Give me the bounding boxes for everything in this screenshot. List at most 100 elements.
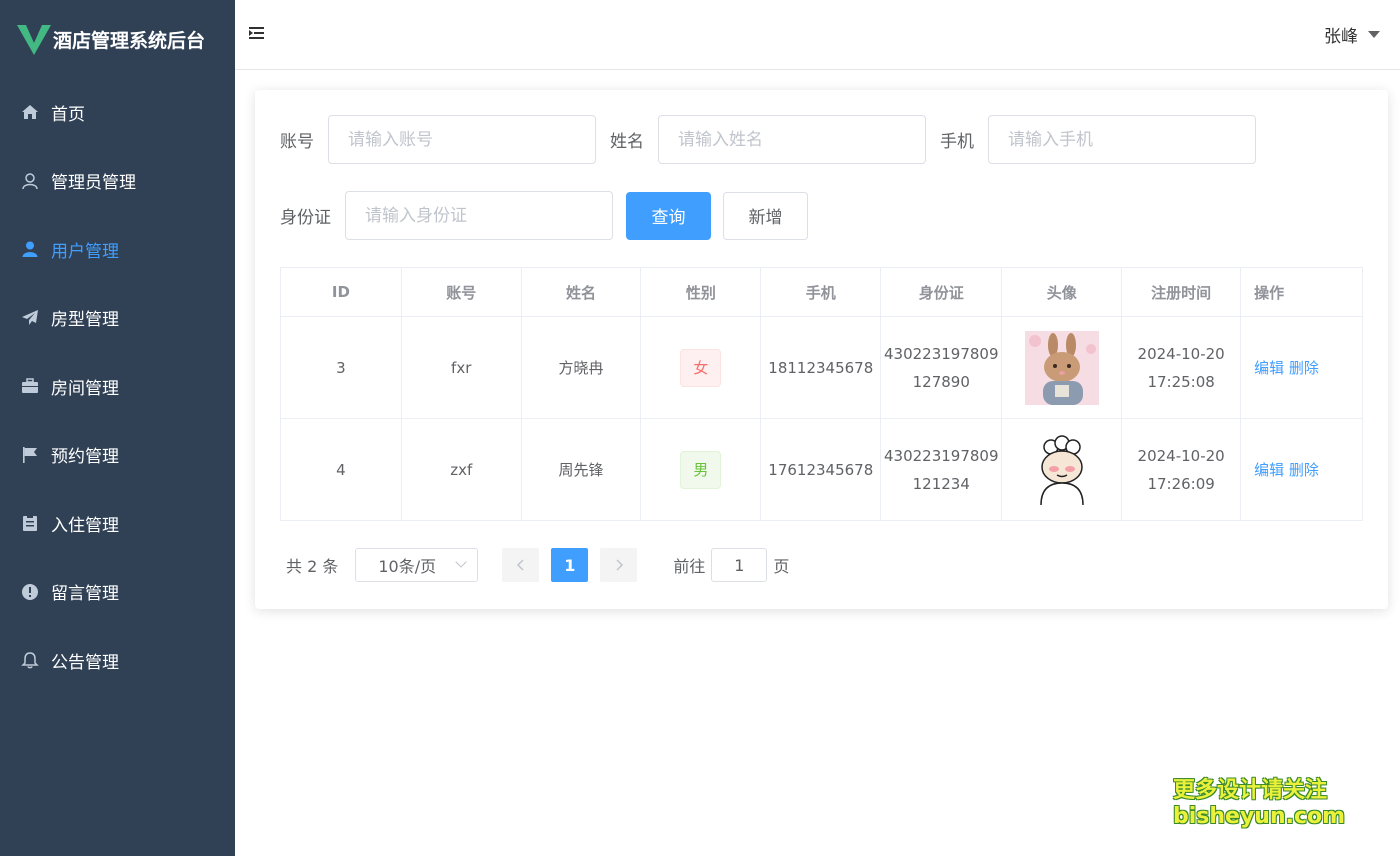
name-label: 姓名 [610,132,644,152]
chevron-left-icon [516,559,524,571]
main-content: 账号 姓名 手机 身份证 查询 新增 ID 账号 姓名 性别 手机 身份证 [235,70,1400,856]
gender-tag: 男 [680,450,722,489]
table-header-row: ID 账号 姓名 性别 手机 身份证 头像 注册时间 操作 [280,267,1363,317]
col-header-gender: 性别 [640,267,762,317]
user-outline-icon [20,171,40,191]
clipboard-icon [20,513,40,533]
sidebar: 酒店管理系统后台 首页 管理员管理 用户管理 房型管理 房间管理 预约管理 入住… [0,0,235,856]
sidebar-item-reservations[interactable]: 预约管理 [0,421,235,490]
edit-link[interactable]: 编辑 [1254,461,1284,479]
sidebar-menu: 首页 管理员管理 用户管理 房型管理 房间管理 预约管理 入住管理 留言管理 公… [0,78,235,695]
goto-page-input[interactable] [711,548,768,582]
watermark-line-1: 更多设计请关注 [1173,778,1328,803]
top-header: 张峰 [235,0,1400,70]
briefcase-icon [20,376,40,396]
warning-circle-icon [20,582,40,602]
sidebar-item-rooms[interactable]: 房间管理 [0,352,235,421]
sheep-avatar[interactable] [1024,432,1099,507]
cell-actions: 编辑 删除 [1240,418,1363,521]
add-button[interactable]: 新增 [723,191,808,240]
cell-account: zxf [400,418,522,521]
user-name: 张峰 [1324,27,1358,47]
delete-link[interactable]: 删除 [1289,359,1319,377]
col-header-register-time: 注册时间 [1121,267,1242,317]
user-table: ID 账号 姓名 性别 手机 身份证 头像 注册时间 操作 3 fxr 方晓冉 … [280,267,1363,521]
sidebar-item-label: 首页 [51,104,85,125]
sidebar-item-checkins[interactable]: 入住管理 [0,489,235,558]
page-suffix: 页 [773,557,790,576]
gender-tag: 女 [680,348,722,387]
edit-link[interactable]: 编辑 [1254,359,1284,377]
cell-avatar [1001,316,1123,419]
sidebar-item-label: 留言管理 [51,584,119,605]
vue-logo-icon [17,25,51,55]
rabbit-avatar[interactable] [1024,330,1099,405]
hamburger-menu-icon[interactable] [249,25,265,41]
logo[interactable]: 酒店管理系统后台 [0,0,235,78]
sidebar-item-label: 房型管理 [51,310,119,331]
user-dropdown[interactable]: 张峰 [1324,22,1380,47]
sidebar-item-admins[interactable]: 管理员管理 [0,147,235,216]
flag-icon [20,445,40,465]
chevron-right-icon [616,559,623,571]
sidebar-item-messages[interactable]: 留言管理 [0,558,235,627]
cell-account: fxr [400,316,522,419]
cell-gender: 女 [640,316,762,419]
col-header-name: 姓名 [520,267,642,317]
chevron-down-icon [455,556,468,568]
col-header-phone: 手机 [760,267,882,317]
page-number-current[interactable]: 1 [551,548,589,582]
phone-input[interactable] [988,115,1256,164]
col-header-id: ID [280,267,402,317]
cell-phone: 17612345678 [760,418,882,521]
register-time-text: 2024-10-20 17:26:09 [1137,446,1225,493]
caret-down-icon [1368,31,1380,38]
idcard-text: 430223197809121234 [884,446,999,493]
col-header-avatar: 头像 [1001,267,1123,317]
cell-name: 周先锋 [520,418,642,521]
col-header-actions: 操作 [1240,267,1363,317]
total-count: 共 2 条 [286,557,339,576]
name-input[interactable] [658,115,926,164]
cell-id: 3 [280,316,402,419]
account-label: 账号 [280,132,314,152]
sidebar-item-label: 管理员管理 [51,173,136,194]
next-page-button[interactable] [600,548,638,582]
cell-phone: 18112345678 [760,316,882,419]
cell-actions: 编辑 删除 [1240,316,1363,419]
pagination: 共 2 条 10条/页 1 前往 页 [286,548,789,582]
paper-plane-icon [20,308,40,328]
sidebar-item-label: 入住管理 [51,515,119,536]
idcard-input[interactable] [345,191,613,240]
cell-register-time: 2024-10-20 17:26:09 [1121,418,1242,521]
bell-icon [20,650,40,670]
watermark: 更多设计请关注 bisheyun.com [1173,778,1346,830]
col-header-idcard: 身份证 [880,267,1003,317]
query-button[interactable]: 查询 [626,191,711,240]
content-card: 账号 姓名 手机 身份证 查询 新增 ID 账号 姓名 性别 手机 身份证 [255,90,1388,609]
prev-page-button[interactable] [502,548,540,582]
watermark-line-2: bisheyun.com [1173,804,1346,829]
page-size-select[interactable]: 10条/页 [355,548,479,582]
cell-register-time: 2024-10-20 17:25:08 [1121,316,1242,419]
sidebar-item-label: 房间管理 [51,378,119,399]
user-solid-icon [20,239,40,259]
table-row: 3 fxr 方晓冉 女 18112345678 4302231978091278… [280,316,1363,419]
sidebar-item-notices[interactable]: 公告管理 [0,626,235,695]
account-input[interactable] [328,115,596,164]
search-row-2: 身份证 查询 新增 [280,191,808,240]
cell-idcard: 430223197809127890 [880,316,1003,419]
home-icon [20,102,40,122]
page-size-value: 10条/页 [378,557,437,576]
cell-gender: 男 [640,418,762,521]
delete-link[interactable]: 删除 [1289,461,1319,479]
sidebar-item-home[interactable]: 首页 [0,78,235,147]
register-time-text: 2024-10-20 17:25:08 [1137,344,1225,391]
sidebar-item-label: 公告管理 [51,652,119,673]
sidebar-item-label: 预约管理 [51,447,119,468]
sidebar-item-room-types[interactable]: 房型管理 [0,284,235,353]
goto-label: 前往 [673,557,706,576]
sidebar-item-users[interactable]: 用户管理 [0,215,235,284]
phone-label: 手机 [940,132,974,152]
idcard-label: 身份证 [280,208,331,228]
